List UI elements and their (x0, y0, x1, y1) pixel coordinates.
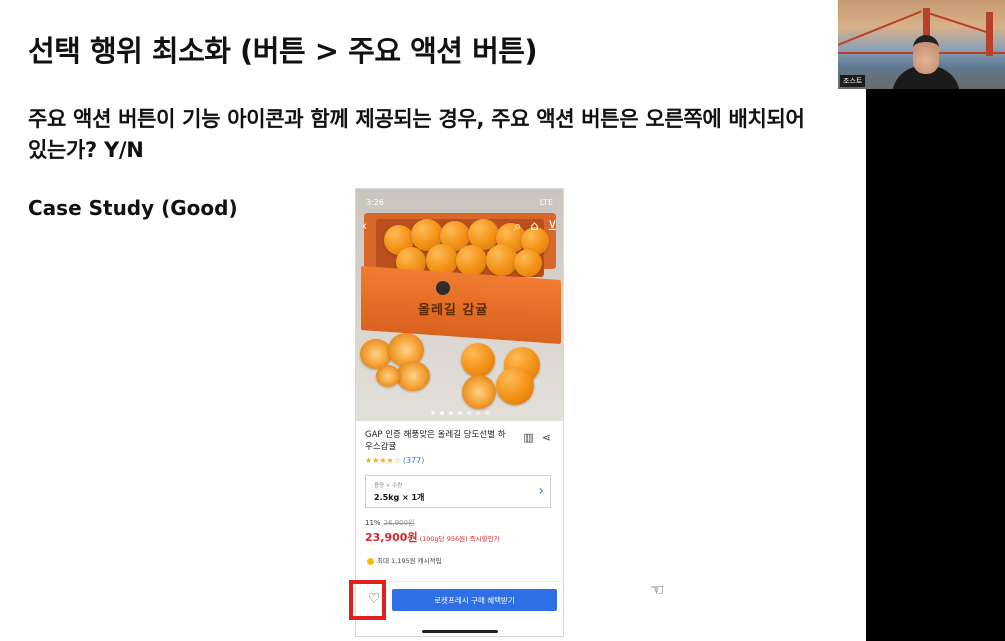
presentation-slide: 선택 행위 최소화 (버튼 > 주요 액션 버튼) 주요 액션 버튼이 기능 아… (0, 0, 866, 641)
option-selector[interactable]: 용량 × 수량 2.5kg × 1개 › (365, 475, 551, 508)
compare-icon[interactable]: ▥ (523, 431, 533, 444)
sale-price: 23,900원 (365, 531, 418, 544)
rating-count: (377) (402, 456, 425, 465)
phone-status-bar: 3:26 LTE (356, 189, 563, 215)
option-value: 2.5kg × 1개 (374, 493, 425, 502)
slide-title: 선택 행위 최소화 (버튼 > 주요 액션 버튼) (28, 34, 538, 68)
hand-cursor-icon: ☜ (650, 580, 665, 599)
product-info: GAP 인증 해풍맞은 올레길 당도선별 하우스감귤 ▥ ⋖ ★★★★☆ (377… (365, 429, 555, 465)
search-icon[interactable]: ⌕ (514, 219, 521, 234)
video-panel (866, 0, 1005, 641)
buy-button[interactable]: 로켓프레시 구매 혜택받기 (392, 589, 557, 611)
chevron-right-icon: › (538, 483, 544, 499)
participant-head (913, 35, 939, 74)
rating-stars: ★★★★☆ (365, 456, 401, 465)
cart-icon[interactable]: ⊻ (547, 219, 557, 234)
phone-mockup: 올레길 감귤 3:26 LTE ‹ ⌕ ⌂ ⊻ GAP 인증 해풍맞은 올레길 … (355, 188, 564, 637)
discount-percent: 11% (365, 519, 381, 527)
product-rating[interactable]: ★★★★☆ (377) (365, 456, 555, 465)
price-row: 23,900원 (100g당 956원) 즉시할인가 (365, 529, 500, 545)
discount-row: 11% 26,900원 (365, 518, 415, 528)
unit-price: (100g당 956원) 즉시할인가 (419, 535, 500, 543)
product-name: GAP 인증 해풍맞은 올레길 당도선별 하우스감귤 (365, 430, 506, 452)
coin-icon (367, 557, 374, 565)
box-brand-text: 올레길 감귤 (418, 303, 489, 318)
status-network: LTE (539, 197, 553, 207)
chevron-left-icon[interactable]: ‹ (362, 219, 367, 234)
bottom-action-bar: ♡ 로켓프레시 구매 혜택받기 (356, 581, 563, 636)
brand-badge (436, 281, 450, 295)
home-icon[interactable]: ⌂ (530, 219, 538, 234)
home-indicator (422, 630, 498, 633)
status-time: 3:26 (366, 197, 384, 207)
share-icon[interactable]: ⋖ (542, 431, 551, 444)
option-label: 용량 × 수량 (374, 483, 403, 489)
case-study-label: Case Study (Good) (28, 196, 238, 220)
original-price: 26,900원 (383, 519, 415, 527)
webcam-feed: 조스트 (838, 0, 1005, 89)
slide-question: 주요 액션 버튼이 기능 아이콘과 함께 제공되는 경우, 주요 액션 버튼은 … (28, 107, 805, 162)
product-top-nav: ‹ ⌕ ⌂ ⊻ (362, 219, 557, 234)
cashback-text: 최대 1,195원 캐시적립 (377, 557, 442, 565)
carousel-dots (356, 411, 563, 415)
heart-highlight-box (349, 580, 386, 620)
participant-name: 조스트 (840, 75, 866, 87)
cashback-row: 최대 1,195원 캐시적립 (367, 555, 442, 565)
